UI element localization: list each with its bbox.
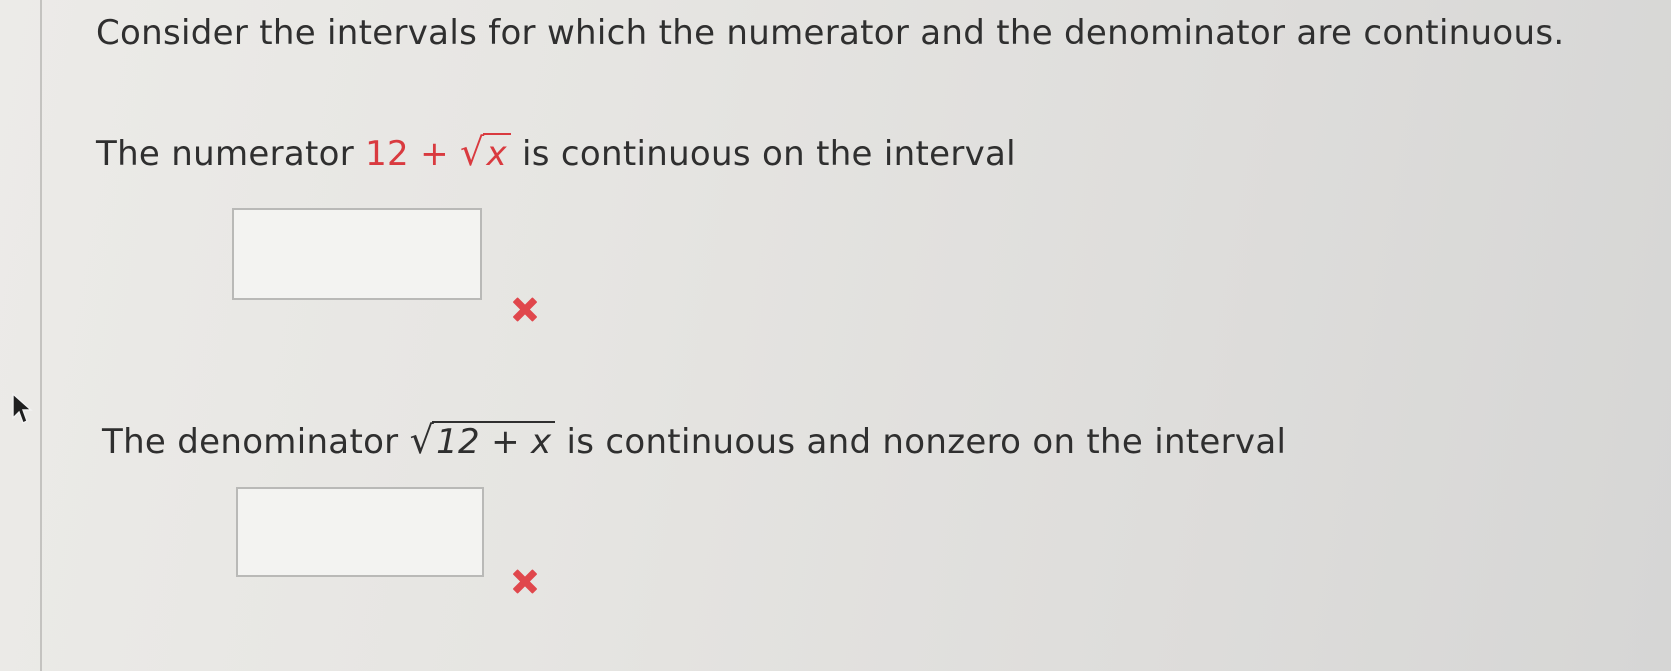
sqrt-symbol-icon: √ (460, 130, 485, 174)
denominator-suffix: is continuous and nonzero on the interva… (566, 422, 1287, 462)
denominator-interval-input[interactable] (236, 487, 484, 577)
numerator-expression-base: 12 + (365, 134, 449, 174)
denominator-sqrt: √ 12 + x (410, 421, 556, 459)
mouse-pointer-icon (12, 392, 33, 424)
numerator-question: The numerator 12 + √ x is continuous on … (96, 133, 1016, 171)
numerator-sqrt: √ x (460, 133, 511, 171)
numerator-expression: 12 + √ x (365, 133, 522, 174)
x-mark-icon (508, 564, 542, 598)
sqrt-symbol-icon: √ (409, 418, 435, 462)
numerator-suffix: is continuous on the interval (522, 134, 1016, 174)
denominator-question: The denominator √ 12 + x is continuous a… (102, 421, 1286, 459)
numerator-prefix: The numerator (96, 134, 355, 174)
numerator-radicand: x (482, 133, 511, 171)
denominator-prefix: The denominator (102, 422, 399, 462)
x-mark-icon (508, 292, 542, 326)
instruction-heading: Consider the intervals for which the num… (96, 13, 1565, 53)
numerator-interval-input[interactable] (232, 208, 482, 300)
denominator-radicand: 12 + x (432, 421, 556, 459)
page-left-border (40, 0, 42, 671)
